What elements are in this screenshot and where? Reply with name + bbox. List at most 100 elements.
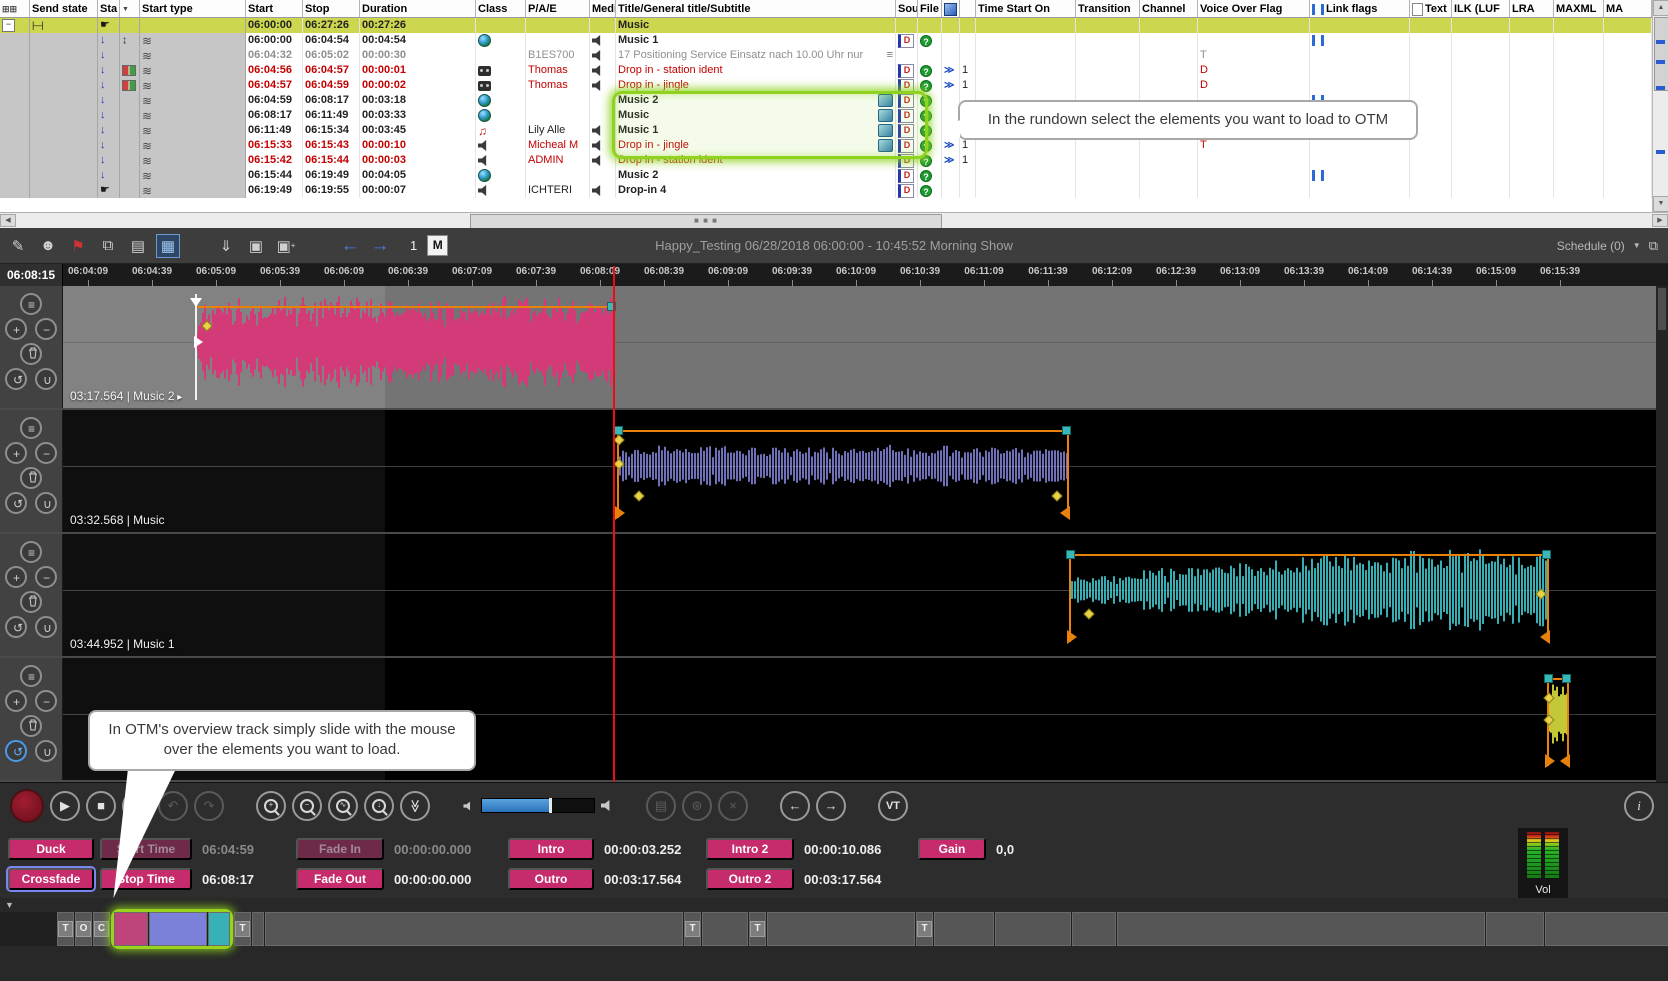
column-header-class[interactable]: Class <box>476 0 526 17</box>
overview-segment[interactable] <box>252 912 264 946</box>
overview-segment-c[interactable]: C <box>93 912 110 946</box>
minus-button[interactable]: − <box>35 690 57 712</box>
column-header-sour[interactable]: Sour <box>896 0 918 17</box>
goto-playhead-icon[interactable]: ⇓ <box>214 234 238 258</box>
voice-track-button[interactable]: VT <box>878 791 908 821</box>
overview-segment-t[interactable]: T <box>916 912 933 946</box>
trash-button[interactable] <box>20 715 42 737</box>
rundown-row[interactable]: −|—|☛06:00:0006:27:2600:27:26Music <box>0 18 1652 33</box>
plus-button[interactable]: + <box>5 442 27 464</box>
envelope-handle[interactable] <box>1066 550 1075 559</box>
envelope-handle[interactable] <box>1562 674 1571 683</box>
zoom-playhead-button[interactable]: ↓ <box>364 791 394 821</box>
track-3[interactable]: ≡+−↺∪03:44.952 | Music 1 <box>0 534 1668 658</box>
column-header-ma[interactable]: MA <box>1604 0 1652 17</box>
collapse-tracks-button[interactable]: ≫ <box>400 791 430 821</box>
schedule-dropdown[interactable]: Schedule (0) <box>1557 239 1625 253</box>
playhead[interactable] <box>613 266 615 782</box>
overview-segment[interactable] <box>1117 912 1485 946</box>
envelope-edge[interactable] <box>1567 678 1569 766</box>
save-mix-button[interactable]: ▤ <box>646 791 676 821</box>
intro-button[interactable]: Intro <box>508 838 594 860</box>
tracks-scrollbar[interactable] <box>1656 286 1668 782</box>
overview-segment[interactable] <box>1486 912 1544 946</box>
envelope-handle[interactable] <box>1544 674 1553 683</box>
fade-in-button[interactable]: Fade In <box>296 838 384 860</box>
mode-button[interactable]: M <box>427 235 448 256</box>
volume-max-icon[interactable] <box>601 791 614 821</box>
overview-segment-o[interactable]: O <box>75 912 92 946</box>
column-header-ilk[interactable]: ILK (LUF <box>1452 0 1510 17</box>
overview-segment-t[interactable]: T <box>749 912 766 946</box>
rundown-row[interactable]: ↓≋06:04:5606:04:5700:00:01ThomasDrop in … <box>0 63 1652 78</box>
fade-handle-icon[interactable] <box>194 336 203 348</box>
column-header-transition[interactable]: Transition <box>1076 0 1140 17</box>
loop-button[interactable]: ↺ <box>5 740 27 762</box>
copy-icon[interactable]: ⧉ <box>96 234 120 258</box>
track-2-clip[interactable] <box>617 410 1069 534</box>
play-button[interactable]: ▶ <box>50 791 80 821</box>
envelope-edge[interactable] <box>1067 430 1069 518</box>
stop-time-button[interactable]: Stop Time <box>100 868 192 890</box>
column-header-starttype[interactable]: Start type <box>140 0 246 17</box>
menu-button[interactable]: ≡ <box>20 417 42 439</box>
column-header-tree[interactable]: ▼ <box>120 0 140 17</box>
expand-icon[interactable]: ⧉ <box>1649 238 1658 254</box>
overview-segment[interactable] <box>995 912 1071 946</box>
rundown-vertical-scrollbar[interactable]: ▲ ▼ <box>1652 0 1668 212</box>
track-4-clip[interactable] <box>1547 658 1568 782</box>
trash-button[interactable] <box>20 591 42 613</box>
overview-segment-t[interactable]: T <box>684 912 701 946</box>
menu-button[interactable]: ≡ <box>20 665 42 687</box>
column-header-text[interactable]: Text <box>1410 0 1452 17</box>
hold-button[interactable]: ∪ <box>35 368 57 390</box>
volume-slider[interactable] <box>481 798 595 813</box>
rundown-row[interactable]: ↓≋06:15:4206:15:4400:00:03ADMINDrop in -… <box>0 153 1652 168</box>
save-plus-icon[interactable]: ▣+ <box>274 234 298 258</box>
column-header-sta[interactable]: Sta <box>98 0 120 17</box>
column-header-channel[interactable]: Channel <box>1140 0 1198 17</box>
menu-button[interactable]: ≡ <box>20 541 42 563</box>
envelope-line[interactable] <box>1069 554 1549 556</box>
overview-segment[interactable] <box>1545 912 1668 946</box>
overview-segment[interactable] <box>767 912 915 946</box>
rundown-row[interactable]: ↓≋06:04:5706:04:5900:00:02ThomasDrop in … <box>0 78 1652 93</box>
timeline-ruler[interactable]: 06:08:15 06:04:0906:04:3906:05:0906:05:3… <box>0 264 1668 286</box>
track-3-clip[interactable] <box>1069 534 1549 658</box>
plus-button[interactable]: + <box>5 566 27 588</box>
loop-button[interactable]: ↺ <box>5 616 27 638</box>
chevron-down-icon[interactable]: ▼ <box>1633 241 1641 250</box>
zoom-selection-button[interactable]: ∿ <box>328 791 358 821</box>
record-button[interactable] <box>10 789 44 823</box>
column-header-expander[interactable]: ⊞⊞ <box>0 0 30 17</box>
user-icon[interactable]: ☻ <box>36 234 60 258</box>
overview-segment[interactable] <box>702 912 748 946</box>
scroll-right-icon[interactable]: ▶ <box>1652 214 1668 227</box>
nav-right-icon[interactable]: → <box>368 234 392 258</box>
rundown-row[interactable]: ↓↨≋06:00:0006:04:5400:04:54Music 1D? <box>0 33 1652 48</box>
overview-segment[interactable] <box>1072 912 1116 946</box>
column-header-maxml[interactable]: MAXML <box>1554 0 1604 17</box>
go-next-button[interactable]: → <box>816 791 846 821</box>
fade-out-handle-icon[interactable] <box>1560 754 1570 768</box>
mixdown-button[interactable]: ⊛ <box>682 791 712 821</box>
zoom-in-button[interactable]: + <box>256 791 286 821</box>
pencil-icon[interactable]: ✎ <box>6 234 30 258</box>
minus-button[interactable]: − <box>35 442 57 464</box>
overview-segments-bar[interactable]: TOCTTTT <box>0 912 1668 946</box>
minus-button[interactable]: − <box>35 566 57 588</box>
outro-button[interactable]: Outro <box>508 868 594 890</box>
nav-left-icon[interactable]: ← <box>338 234 362 258</box>
envelope-handle[interactable] <box>1062 426 1071 435</box>
start-time-button[interactable]: Start Time <box>100 838 192 860</box>
scroll-down-icon[interactable]: ▼ <box>1653 196 1668 212</box>
column-header-voflag[interactable]: Voice Over Flag <box>1198 0 1310 17</box>
column-header-files[interactable]: File s <box>918 0 942 17</box>
column-header-pae[interactable]: P/A/E <box>526 0 590 17</box>
column-header-bluecol[interactable] <box>942 0 960 17</box>
trash-button[interactable] <box>20 467 42 489</box>
plus-button[interactable]: + <box>5 318 27 340</box>
column-header-lra[interactable]: LRA <box>1510 0 1554 17</box>
column-header-media[interactable]: Media <box>590 0 616 17</box>
envelope-line[interactable] <box>617 430 1069 432</box>
